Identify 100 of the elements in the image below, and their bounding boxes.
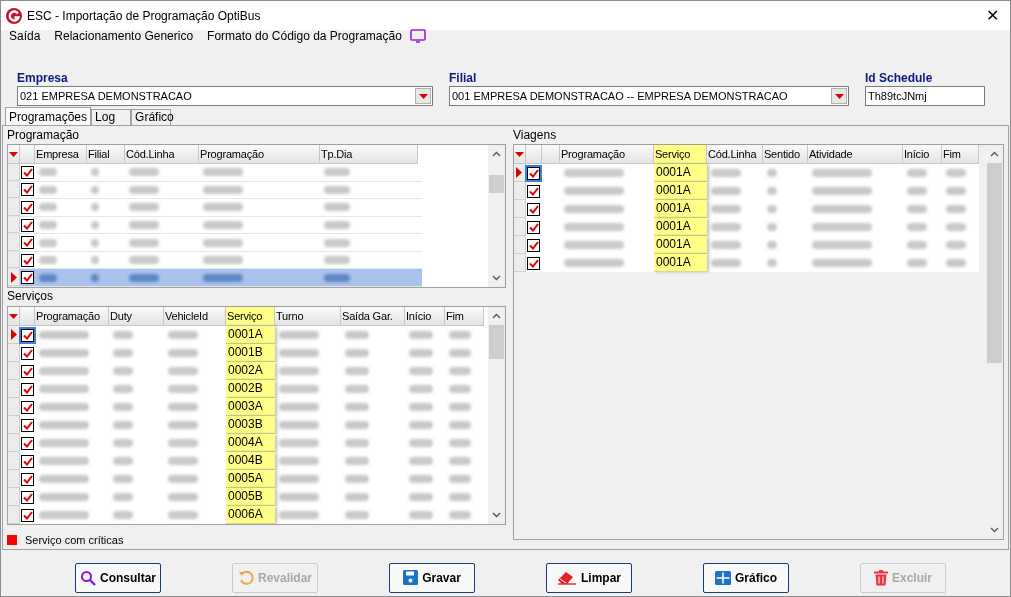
column-header[interactable]: Programação	[560, 145, 654, 164]
grid-row[interactable]: 0001A	[514, 200, 979, 218]
blurred-text	[129, 185, 159, 194]
checkbox[interactable]	[21, 436, 34, 450]
table-cell: 0001A	[226, 326, 275, 344]
column-header[interactable]	[514, 145, 526, 164]
checkbox[interactable]	[21, 364, 34, 378]
column-header[interactable]: Serviço	[654, 145, 707, 164]
column-header[interactable]: VehicleId	[164, 307, 226, 326]
grid-row[interactable]: 0001A	[514, 254, 979, 272]
checkbox[interactable]	[527, 166, 541, 180]
blurred-text	[324, 273, 350, 282]
tab[interactable]: Log	[91, 109, 132, 125]
checkbox[interactable]	[21, 382, 34, 396]
checkbox[interactable]	[21, 490, 34, 504]
table-cell: 0002A	[226, 362, 275, 380]
column-header[interactable]: Saída Gar.	[341, 307, 405, 326]
undo-icon	[238, 569, 254, 586]
column-header[interactable]: Fim	[445, 307, 484, 326]
id-schedule-field[interactable]: Th89tcJNmj	[865, 86, 985, 106]
checkbox[interactable]	[21, 183, 34, 197]
checkbox[interactable]	[21, 400, 34, 414]
scroll-thumb[interactable]	[489, 175, 504, 193]
column-header[interactable]: Serviço	[226, 307, 275, 326]
checkbox[interactable]	[527, 184, 541, 198]
monitor-icon[interactable]	[409, 29, 426, 43]
column-header[interactable]: Empresa	[35, 145, 87, 164]
checkbox[interactable]	[21, 418, 34, 432]
grid-row[interactable]: 0001A	[514, 164, 979, 182]
column-header[interactable]: Programação	[35, 307, 109, 326]
action-button[interactable]: Limpar	[546, 562, 632, 593]
blurred-text	[39, 511, 89, 519]
column-header[interactable]: Cód.Linha	[707, 145, 763, 164]
scroll-down-icon[interactable]	[492, 275, 501, 281]
column-header[interactable]: Início	[903, 145, 942, 164]
checkbox[interactable]	[527, 220, 541, 234]
filial-dropdown[interactable]: 001 EMPRESA DEMONSTRACAO -- EMPRESA DEMONSTRACAO	[449, 86, 849, 106]
row-header[interactable]	[8, 269, 20, 287]
tab[interactable]: Gráfico	[131, 109, 172, 125]
close-button[interactable]: ✕	[982, 5, 1002, 26]
checkbox[interactable]	[527, 256, 541, 270]
column-header[interactable]: Fim	[942, 145, 979, 164]
column-header[interactable]: Sentido	[763, 145, 808, 164]
checkbox[interactable]	[21, 271, 34, 285]
column-header[interactable]	[8, 145, 20, 164]
empresa-dropdown[interactable]: 021 EMPRESA DEMONSTRACAO	[17, 86, 433, 106]
checkbox[interactable]	[21, 328, 34, 342]
scrollbar[interactable]	[488, 145, 505, 287]
blurred-text	[345, 403, 369, 411]
checkbox[interactable]	[21, 200, 34, 214]
checkbox[interactable]	[21, 165, 34, 179]
checkbox[interactable]	[21, 236, 34, 250]
scroll-thumb[interactable]	[987, 163, 1002, 363]
checkbox[interactable]	[21, 508, 34, 522]
checkbox[interactable]	[21, 253, 34, 267]
tab[interactable]: Programações	[5, 107, 92, 125]
blurred-text	[324, 256, 350, 265]
scroll-thumb[interactable]	[489, 325, 504, 359]
blurred-text	[449, 331, 471, 339]
checkbox[interactable]	[21, 346, 34, 360]
action-button[interactable]: Consultar	[75, 562, 161, 593]
menu-item[interactable]: Relacionamento Generico	[54, 27, 194, 45]
grid-row[interactable]: 0001A	[514, 218, 979, 236]
column-header[interactable]: Tp.Dia	[320, 145, 418, 164]
column-header[interactable]: Filial	[87, 145, 125, 164]
checkbox[interactable]	[527, 238, 541, 252]
menu-item[interactable]: Formato do Código da Programação	[207, 27, 402, 45]
checkbox[interactable]	[21, 472, 34, 486]
current-row-icon	[10, 329, 17, 340]
checkbox[interactable]	[21, 218, 34, 232]
scroll-up-icon[interactable]	[990, 151, 999, 157]
row-header[interactable]	[8, 326, 20, 344]
scroll-up-icon[interactable]	[492, 313, 501, 319]
column-header[interactable]: Duty	[109, 307, 164, 326]
scroll-up-icon[interactable]	[492, 151, 501, 157]
blurred-text	[449, 421, 471, 429]
column-header[interactable]: Início	[405, 307, 445, 326]
column-header[interactable]: Atividade	[808, 145, 903, 164]
column-header[interactable]	[8, 307, 20, 326]
blurred-text	[564, 259, 624, 267]
blurred-text	[113, 421, 133, 429]
column-header[interactable]: Turno	[275, 307, 341, 326]
action-button[interactable]: Gráfico	[703, 562, 789, 593]
column-header[interactable]: Programação	[199, 145, 320, 164]
blurred-text	[409, 403, 433, 411]
legend-label: Serviço com críticas	[25, 533, 124, 548]
column-header[interactable]: Cód.Linha	[125, 145, 199, 164]
scroll-down-icon[interactable]	[492, 512, 501, 518]
action-button[interactable]: Gravar	[389, 562, 475, 593]
checkbox[interactable]	[527, 202, 541, 216]
field-label: Id Schedule	[865, 71, 934, 85]
blurred-text	[711, 205, 741, 213]
checkbox[interactable]	[21, 454, 34, 468]
scroll-down-icon[interactable]	[990, 527, 999, 533]
blurred-text	[39, 256, 57, 265]
grid-row[interactable]: 0001A	[514, 182, 979, 200]
menu-item[interactable]: Saída	[9, 27, 41, 45]
row-header[interactable]	[514, 164, 526, 182]
blurred-text	[129, 168, 159, 177]
grid-row[interactable]: 0001A	[514, 236, 979, 254]
